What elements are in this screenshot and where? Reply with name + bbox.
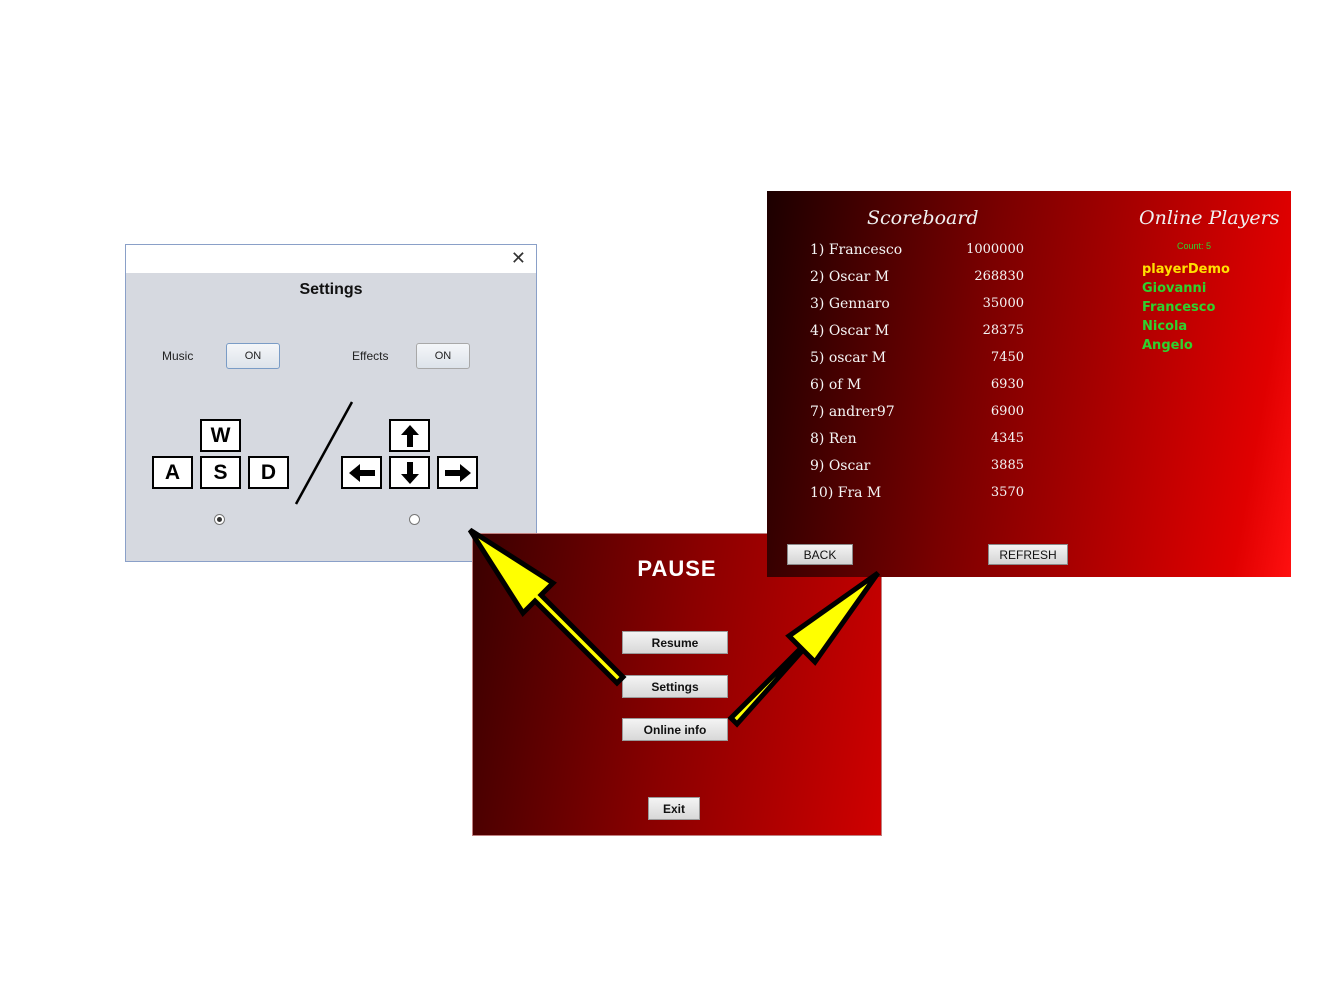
annotation-arrows xyxy=(467,527,881,728)
arrow-to-online-info-icon xyxy=(727,570,881,728)
arrow-to-settings-icon xyxy=(467,527,627,687)
